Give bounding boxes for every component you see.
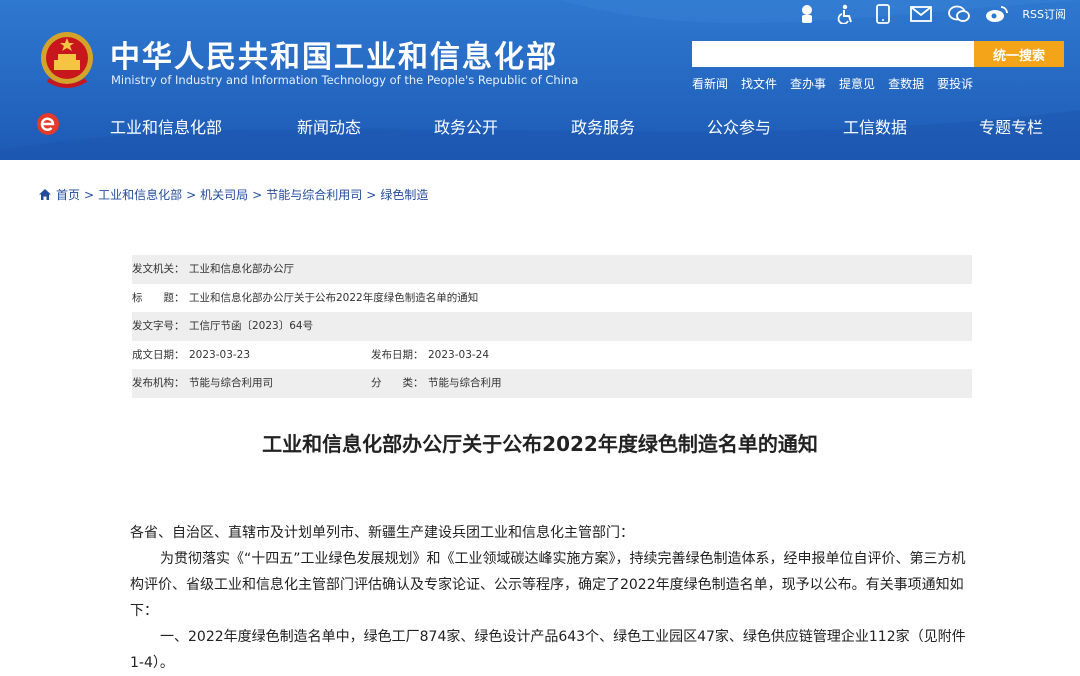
meta-value: 节能与综合利用司 <box>189 377 273 389</box>
nav-item-data[interactable]: 工信数据 <box>843 114 907 138</box>
article-salutation: 各省、自治区、直辖市及计划单列市、新疆生产建设兵团工业和信息化主管部门： <box>130 525 634 541</box>
article-body: 各省、自治区、直辖市及计划单列市、新疆生产建设兵团工业和信息化主管部门： 为贯彻… <box>130 520 970 676</box>
meta-label: 标 题： <box>132 291 185 304</box>
nav-item-ministry[interactable]: 工业和信息化部 <box>110 114 222 138</box>
search-input[interactable] <box>692 41 974 67</box>
breadcrumb-separator: > <box>84 187 95 202</box>
breadcrumb-departments[interactable]: 机关司局 <box>200 186 248 203</box>
nav-item-services[interactable]: 政务服务 <box>571 114 635 138</box>
nav-item-news[interactable]: 新闻动态 <box>297 114 361 138</box>
meta-value: 工信厅节函〔2023〕64号 <box>189 320 314 332</box>
rss-link[interactable]: RSS订阅 <box>1022 6 1066 22</box>
meta-row-issuer: 发文机关： 工业和信息化部办公厅 <box>132 255 972 284</box>
article-paragraph: 一、2022年度绿色制造名单中，绿色工厂874家、绿色设计产品643个、绿色工业… <box>130 629 966 671</box>
meta-row-docno: 发文字号： 工信厅节函〔2023〕64号 <box>132 312 972 341</box>
meta-value: 节能与综合利用 <box>428 377 502 389</box>
site-header: 中华人民共和国工业和信息化部 Ministry of Industry and … <box>0 0 1080 160</box>
breadcrumb-ministry[interactable]: 工业和信息化部 <box>98 186 182 203</box>
nav-item-special-topics[interactable]: 专题专栏 <box>979 114 1043 138</box>
quick-link-news[interactable]: 看新闻 <box>692 75 728 92</box>
meta-row-publisher: 发布机构： 节能与综合利用司 分 类： 节能与综合利用 <box>132 369 972 398</box>
meta-value: 2023-03-23 <box>189 348 251 361</box>
meta-label: 发文机关： <box>132 263 185 275</box>
quick-link-services[interactable]: 查办事 <box>790 75 826 92</box>
quick-link-feedback[interactable]: 提意见 <box>839 75 875 92</box>
meta-row-subject: 标 题： 工业和信息化部办公厅关于公布2022年度绿色制造名单的通知 <box>132 284 972 313</box>
site-subtitle: Ministry of Industry and Information Tec… <box>111 73 579 87</box>
e-logo-icon[interactable] <box>36 112 60 136</box>
breadcrumb-energy-saving-dept[interactable]: 节能与综合利用司 <box>266 186 362 203</box>
meta-value: 工业和信息化部办公厅 <box>189 263 294 275</box>
breadcrumb: 首页 > 工业和信息化部 > 机关司局 > 节能与综合利用司 > 绿色制造 <box>38 186 428 203</box>
home-icon[interactable] <box>38 188 52 201</box>
robot-assistant-icon[interactable] <box>794 3 820 25</box>
breadcrumb-home[interactable]: 首页 <box>56 186 80 203</box>
quick-links: 看新闻 找文件 查办事 提意见 查数据 要投诉 <box>692 75 973 92</box>
nav-item-government-affairs[interactable]: 政务公开 <box>434 114 498 138</box>
meta-label: 发文字号： <box>132 320 185 332</box>
header-toolbar: RSS订阅 <box>794 2 1066 26</box>
breadcrumb-separator: > <box>252 187 263 202</box>
meta-label: 发布机构： <box>132 377 185 389</box>
quick-link-data[interactable]: 查数据 <box>888 75 924 92</box>
mobile-phone-icon[interactable] <box>870 3 896 25</box>
rss-label: RSS订阅 <box>1022 8 1066 21</box>
breadcrumb-separator: > <box>366 187 377 202</box>
document-metadata-table: 发文机关： 工业和信息化部办公厅 标 题： 工业和信息化部办公厅关于公布2022… <box>132 255 972 398</box>
quick-link-complaints[interactable]: 要投诉 <box>937 75 973 92</box>
national-emblem-icon <box>41 32 93 88</box>
quick-link-files[interactable]: 找文件 <box>741 75 777 92</box>
accessibility-icon[interactable] <box>832 3 858 25</box>
meta-label: 发布日期： <box>371 348 424 361</box>
meta-value: 2023-03-24 <box>428 348 490 361</box>
meta-row-dates: 成文日期： 2023-03-23 发布日期： 2023-03-24 <box>132 341 972 370</box>
unified-search-button[interactable]: 统一搜索 <box>974 41 1064 67</box>
meta-value: 工业和信息化部办公厅关于公布2022年度绿色制造名单的通知 <box>189 291 479 304</box>
article-title: 工业和信息化部办公厅关于公布2022年度绿色制造名单的通知 <box>262 432 818 456</box>
breadcrumb-separator: > <box>186 187 197 202</box>
wechat-icon[interactable] <box>946 3 972 25</box>
weibo-icon[interactable] <box>984 3 1010 25</box>
meta-label: 成文日期： <box>132 348 185 361</box>
article-paragraph: 为贯彻落实《“十四五”工业绿色发展规划》和《工业领域碳达峰实施方案》，持续完善绿… <box>130 551 966 619</box>
mail-icon[interactable] <box>908 3 934 25</box>
site-title[interactable]: 中华人民共和国工业和信息化部 <box>110 32 558 76</box>
main-nav: 工业和信息化部 新闻动态 政务公开 政务服务 公众参与 工信数据 专题专栏 <box>0 106 1080 146</box>
nav-item-public-participation[interactable]: 公众参与 <box>707 114 771 138</box>
meta-label: 分 类： <box>371 377 424 389</box>
breadcrumb-green-manufacturing[interactable]: 绿色制造 <box>380 186 428 203</box>
